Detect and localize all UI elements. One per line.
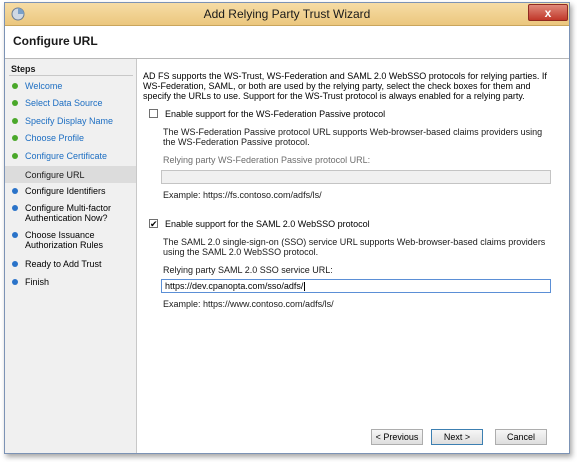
step-choose-profile[interactable]: Choose Profile	[5, 133, 136, 145]
step-label: Configure Identifiers	[25, 186, 106, 196]
step-pending-icon	[12, 279, 18, 285]
step-pending-icon	[12, 205, 18, 211]
saml-example: Example: https://www.contoso.com/adfs/ls…	[163, 299, 334, 309]
step-label: Specify Display Name	[25, 116, 114, 126]
step-done-icon	[12, 118, 18, 124]
step-finish[interactable]: Finish	[5, 277, 136, 289]
intro-text: AD FS supports the WS-Trust, WS-Federati…	[143, 71, 547, 101]
next-button[interactable]: Next >	[431, 429, 483, 445]
steps-divider	[9, 75, 133, 76]
step-specify-display-name[interactable]: Specify Display Name	[5, 116, 136, 128]
step-label: Ready to Add Trust	[25, 259, 102, 269]
saml-url-input[interactable]: https://dev.cpanopta.com/sso/adfs/	[161, 279, 551, 293]
content-pane: AD FS supports the WS-Trust, WS-Federati…	[137, 59, 569, 453]
previous-button[interactable]: < Previous	[371, 429, 423, 445]
step-configure-multi-factor[interactable]: Configure Multi-factor Authentication No…	[5, 203, 136, 225]
title-bar[interactable]: Add Relying Party Trust Wizard x	[5, 3, 569, 26]
step-done-icon	[12, 83, 18, 89]
step-done-icon	[12, 153, 18, 159]
wsfed-url-label: Relying party WS-Federation Passive prot…	[163, 155, 371, 165]
saml-checkbox[interactable]: ✔	[149, 219, 158, 229]
steps-pane: Steps Welcome Select Data Source Specify…	[5, 59, 137, 453]
step-ready-to-add-trust[interactable]: Ready to Add Trust	[5, 259, 136, 271]
close-button[interactable]: x	[528, 4, 568, 21]
step-label: Configure Certificate	[25, 151, 108, 161]
step-configure-url[interactable]: Configure URL	[5, 166, 136, 183]
saml-url-value: https://dev.cpanopta.com/sso/adfs/	[165, 281, 304, 291]
saml-description: The SAML 2.0 single-sign-on (SSO) servic…	[163, 237, 546, 257]
step-label: Select Data Source	[25, 98, 103, 108]
step-done-icon	[12, 135, 18, 141]
text-caret	[304, 282, 306, 292]
step-label: Welcome	[25, 81, 63, 91]
step-pending-icon	[12, 261, 18, 267]
step-pending-icon	[12, 188, 18, 194]
step-welcome[interactable]: Welcome	[5, 81, 136, 93]
step-pending-icon	[12, 232, 18, 238]
step-configure-certificate[interactable]: Configure Certificate	[5, 151, 136, 163]
step-label: Choose Issuance Authorization Rules	[25, 230, 104, 250]
step-label: Finish	[25, 277, 50, 287]
step-choose-issuance-rules[interactable]: Choose Issuance Authorization Rules	[5, 230, 136, 252]
wsfed-url-input[interactable]	[161, 170, 551, 184]
steps-heading: Steps	[11, 64, 36, 74]
step-configure-identifiers[interactable]: Configure Identifiers	[5, 186, 136, 198]
saml-checkbox-label[interactable]: Enable support for the SAML 2.0 WebSSO p…	[165, 219, 370, 229]
wsfed-checkbox[interactable]	[149, 109, 158, 118]
wsfed-example: Example: https://fs.contoso.com/adfs/ls/	[163, 190, 322, 200]
wizard-window: Add Relying Party Trust Wizard x Configu…	[4, 2, 570, 454]
step-done-icon	[12, 172, 18, 178]
step-done-icon	[12, 100, 18, 106]
step-label: Choose Profile	[25, 133, 85, 143]
wsfed-description: The WS-Federation Passive protocol URL s…	[163, 127, 543, 147]
page-title: Configure URL	[13, 34, 98, 48]
step-label: Configure Multi-factor Authentication No…	[25, 203, 112, 223]
window-title: Add Relying Party Trust Wizard	[203, 7, 371, 21]
step-label: Configure URL	[25, 170, 85, 180]
saml-url-label: Relying party SAML 2.0 SSO service URL:	[163, 265, 333, 275]
cancel-button[interactable]: Cancel	[495, 429, 547, 445]
step-select-data-source[interactable]: Select Data Source	[5, 98, 136, 110]
wsfed-checkbox-label[interactable]: Enable support for the WS-Federation Pas…	[165, 109, 385, 119]
